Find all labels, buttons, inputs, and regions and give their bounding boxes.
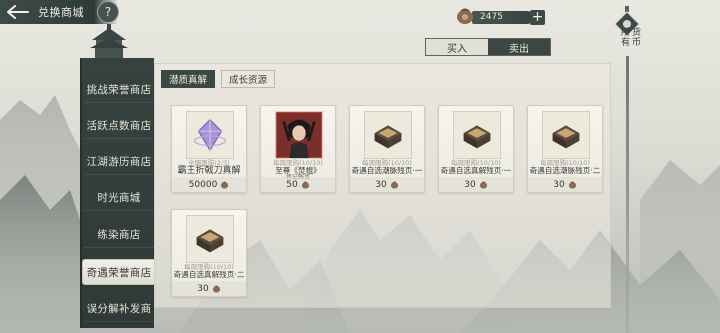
item-price: 30: [350, 177, 424, 192]
item-price: 30: [172, 281, 246, 296]
page-title: 兑换商城: [38, 6, 84, 19]
right-shortcut-label-2[interactable]: 货币: [631, 28, 642, 48]
side-item-time-mall[interactable]: 时光商城: [84, 185, 154, 211]
shop-item-card[interactable]: 每周限购(10/10) 奇遇自选真解残页·二 30: [171, 209, 247, 297]
side-item-dye-shop[interactable]: 练染商店: [84, 222, 154, 248]
book-chest-icon: [542, 111, 590, 159]
shop-item-card[interactable]: 全服限购(2/3) 霸王折戟刀真解 50000: [171, 105, 247, 193]
right-scroll-rail: [626, 56, 629, 333]
price-value: 50: [286, 179, 298, 190]
price-value: 30: [464, 179, 476, 190]
currency-amount: 2475: [472, 11, 530, 24]
right-shortcut-label-1[interactable]: 所有: [620, 28, 631, 48]
currency-display: 2475 +: [454, 4, 546, 28]
coin-pouch-icon: [212, 285, 220, 293]
pavilion-icon: [90, 24, 128, 60]
shop-side-menu: 挑战荣誉商店 活跃点数商店 江湖游历商店 时光商城 练染商店 奇遇荣誉商店 误分…: [80, 58, 156, 328]
purple-crystal-icon: [186, 111, 234, 159]
side-item-activity-points-shop[interactable]: 活跃点数商店: [84, 113, 154, 139]
coin-pouch-icon: [221, 181, 229, 189]
price-value: 30: [375, 179, 387, 190]
coin-pouch-icon: [457, 8, 473, 24]
item-name: 奇遇自选潮脉残页·二: [529, 166, 601, 175]
swordsman-portrait-icon: [275, 111, 323, 159]
coin-pouch-icon: [479, 181, 487, 189]
item-name: 奇遇自选潮脉残页·一: [351, 166, 423, 175]
tab-buy[interactable]: 买入: [426, 39, 488, 55]
shop-item-card[interactable]: 每周限购(10/10) 奇遇自选真解残页·一 30: [438, 105, 514, 193]
back-arrow-icon[interactable]: [6, 3, 32, 21]
coin-pouch-icon: [390, 181, 398, 189]
price-value: 50000: [188, 179, 218, 190]
side-item-jianghu-travel-shop[interactable]: 江湖游历商店: [84, 149, 154, 175]
side-item-decompose-reissue-shop[interactable]: 误分解补发商: [84, 296, 154, 322]
help-button[interactable]: ?: [97, 1, 119, 23]
coin-pouch-icon: [568, 181, 576, 189]
side-item-adventure-honor-shop[interactable]: 奇遇荣誉商店: [82, 259, 156, 285]
coin-pouch-icon: [301, 181, 309, 189]
item-price: 50: [261, 177, 335, 192]
shop-item-card[interactable]: 每周限购(10/10) 奇遇自选潮脉残页·一 30: [349, 105, 425, 193]
price-value: 30: [197, 283, 209, 294]
shop-item-card[interactable]: 每周限购(10/10) 奇遇自选潮脉残页·二 30: [527, 105, 603, 193]
tab-sell[interactable]: 卖出: [488, 39, 550, 55]
item-name: 奇遇自选真解残页·二: [173, 270, 245, 279]
shop-item-card[interactable]: 每周限购(10/10) 至尊《焚棍》 传记残页 50: [260, 105, 336, 193]
book-chest-icon: [453, 111, 501, 159]
book-chest-icon: [186, 215, 234, 263]
side-item-challenge-honor-shop[interactable]: 挑战荣誉商店: [84, 77, 154, 103]
shop-item-panel: 潜质真解 成长资源 全服限购(2/3) 霸王折戟刀真解 50000 每周限购(1…: [154, 63, 611, 308]
item-price: 30: [528, 177, 602, 192]
book-chest-icon: [364, 111, 412, 159]
item-price: 30: [439, 177, 513, 192]
item-name: 奇遇自选真解残页·一: [440, 166, 512, 175]
item-name: 霸王折戟刀真解: [177, 166, 241, 176]
price-value: 30: [553, 179, 565, 190]
tab-growth-resources[interactable]: 成长资源: [221, 70, 275, 88]
item-price: 50000: [172, 177, 246, 192]
trade-mode-toggle: 买入 卖出: [425, 38, 551, 56]
add-currency-button[interactable]: +: [530, 10, 545, 25]
tab-potential-manual[interactable]: 潜质真解: [161, 70, 215, 88]
